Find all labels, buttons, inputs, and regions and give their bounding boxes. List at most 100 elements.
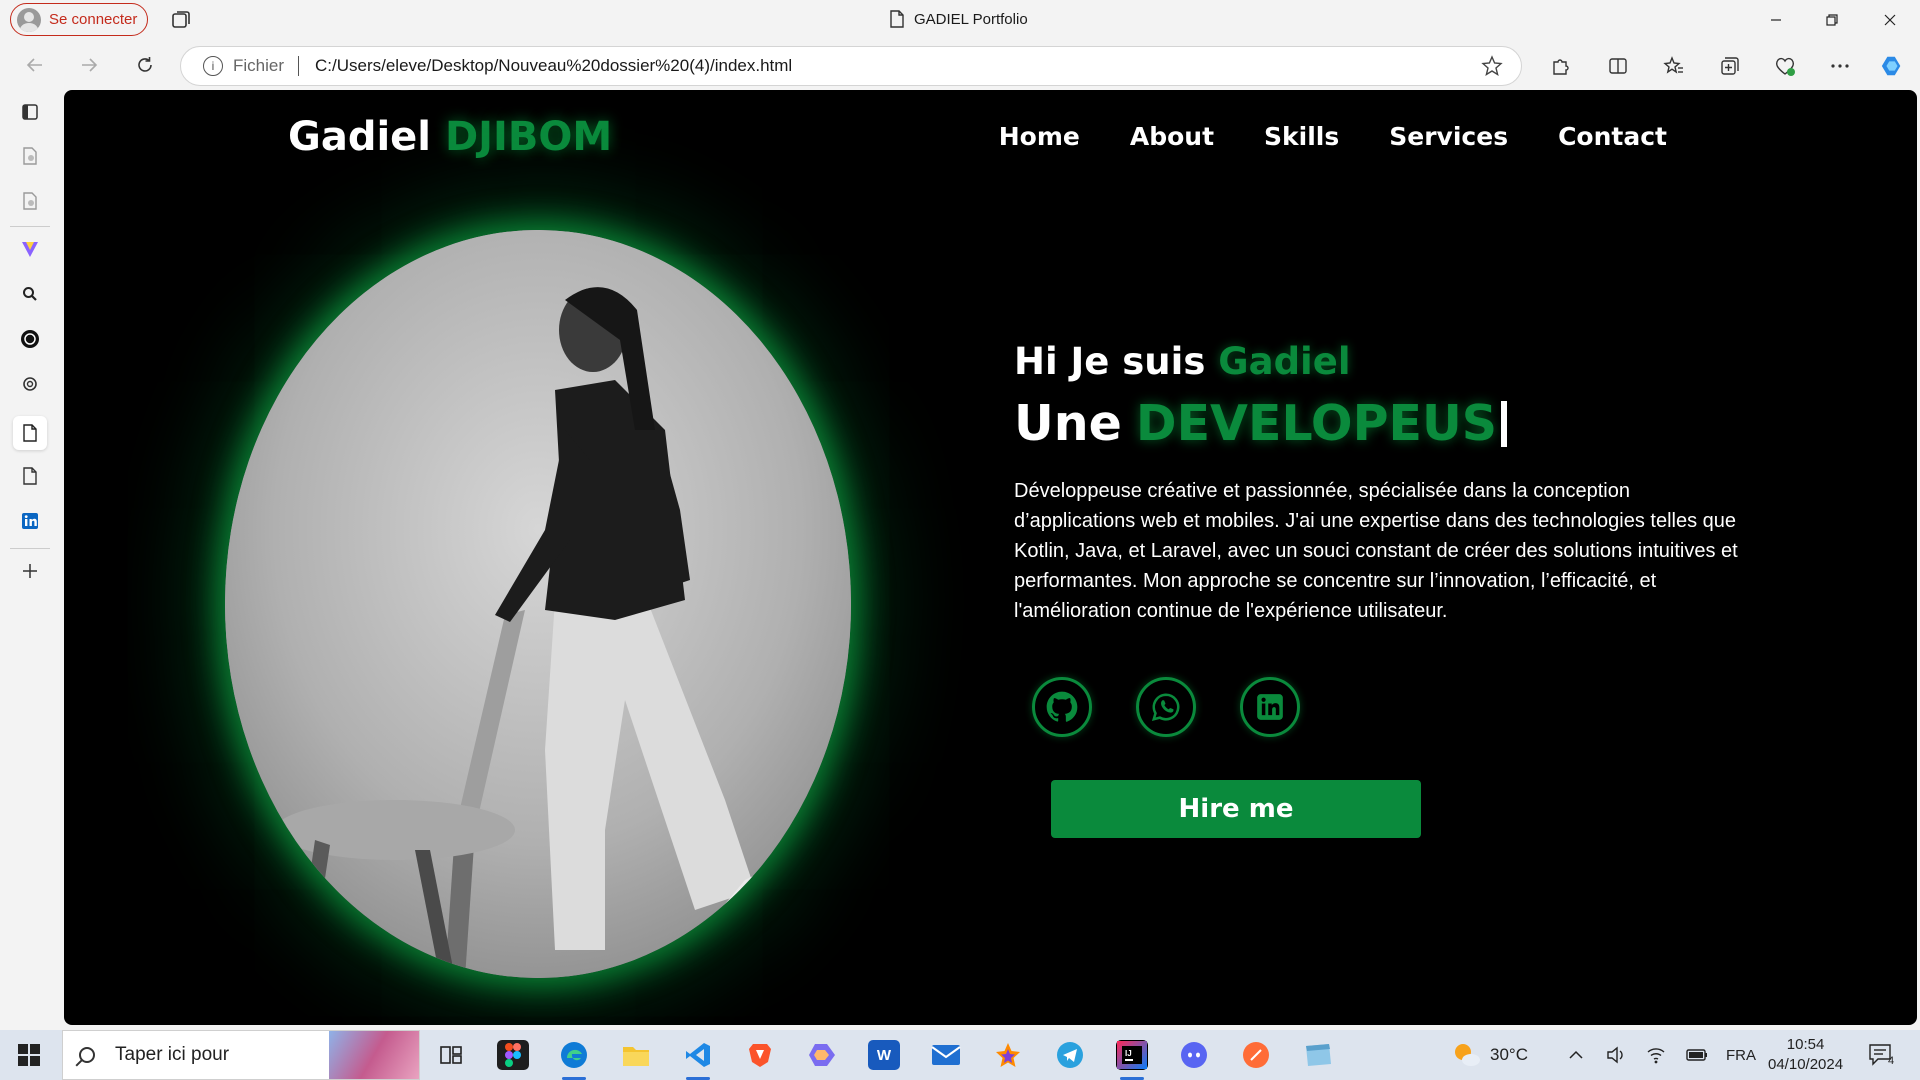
- typing-cursor: [1501, 400, 1508, 447]
- clock-time: 10:54: [1786, 1036, 1825, 1053]
- copilot-icon[interactable]: [806, 1040, 838, 1070]
- task-view-icon[interactable]: [435, 1040, 467, 1070]
- nav-services[interactable]: Services: [1389, 122, 1508, 151]
- discord-icon[interactable]: [1178, 1040, 1210, 1070]
- favorite-star-icon[interactable]: [1481, 55, 1503, 77]
- taskbar-search-placeholder: Taper ici pour: [115, 1044, 230, 1065]
- role-prefix: Une: [1014, 395, 1122, 452]
- nav-about[interactable]: About: [1130, 122, 1214, 151]
- github-link[interactable]: [1032, 677, 1092, 737]
- browser-sidebar: [0, 90, 62, 1030]
- weather-icon: [1455, 1044, 1480, 1066]
- postman-icon[interactable]: [1240, 1040, 1272, 1070]
- more-menu-icon[interactable]: [1828, 54, 1852, 78]
- linkedin-link[interactable]: [1240, 677, 1300, 737]
- word-icon[interactable]: W: [868, 1040, 900, 1070]
- favorites-icon[interactable]: [1662, 54, 1686, 78]
- language-indicator[interactable]: FRA: [1726, 1030, 1756, 1080]
- notification-count: 4: [1888, 1055, 1895, 1067]
- hero-section: Hi Je suis Gadiel Une DEVELOPEUS Dévelop…: [1014, 340, 1754, 626]
- browser-essentials-icon[interactable]: [1773, 54, 1797, 78]
- profile-photo: [225, 230, 851, 978]
- windows-start-icon[interactable]: [18, 1044, 40, 1066]
- copilot-icon[interactable]: [1880, 54, 1904, 78]
- browser-toolbar: i Fichier C:/Users/eleve/Desktop/Nouveau…: [0, 40, 1920, 90]
- add-icon[interactable]: [19, 560, 41, 582]
- page-action-icon[interactable]: [19, 145, 41, 167]
- search-icon[interactable]: [19, 283, 41, 305]
- volume-icon[interactable]: [1606, 1030, 1626, 1080]
- collections-icon[interactable]: [1718, 54, 1742, 78]
- vscode-icon[interactable]: [682, 1040, 714, 1080]
- workspaces-icon[interactable]: [170, 9, 192, 31]
- signin-label: Se connecter: [49, 11, 138, 28]
- role-title: Une DEVELOPEUS: [1014, 395, 1754, 452]
- figma-icon[interactable]: [497, 1040, 529, 1070]
- linkedin-icon: [1257, 694, 1283, 720]
- nav-contact[interactable]: Contact: [1558, 122, 1667, 151]
- system-clock[interactable]: 10:54 04/10/2024: [1768, 1035, 1843, 1075]
- brave-icon[interactable]: [744, 1040, 776, 1070]
- tab-title-text: GADIEL Portfolio: [914, 10, 1028, 28]
- profile-avatar-icon: [17, 7, 41, 32]
- app-window-icon[interactable]: [1302, 1040, 1334, 1070]
- search-highlight-image: [329, 1031, 419, 1079]
- forward-icon[interactable]: [76, 52, 102, 78]
- page-action-icon[interactable]: [19, 190, 41, 212]
- role-word: DEVELOPEUS: [1135, 395, 1498, 452]
- address-bar[interactable]: i Fichier C:/Users/eleve/Desktop/Nouveau…: [180, 46, 1522, 86]
- active-page-icon[interactable]: [13, 416, 47, 450]
- search-icon: [79, 1047, 95, 1063]
- wifi-icon[interactable]: [1646, 1030, 1666, 1080]
- windows-taskbar: Taper ici pour W IJ 30°C FRA 10:54 04/10…: [0, 1030, 1920, 1080]
- intellij-icon[interactable]: IJ: [1116, 1040, 1148, 1080]
- page-icon[interactable]: [19, 465, 41, 487]
- weather-widget[interactable]: 30°C: [1452, 1030, 1528, 1080]
- site-logo[interactable]: Gadiel DJIBOM: [288, 114, 612, 160]
- profile-photo-illustration: [225, 230, 851, 978]
- nav-skills[interactable]: Skills: [1264, 122, 1339, 151]
- vertical-tabs-icon[interactable]: [19, 101, 41, 123]
- clock-date: 04/10/2024: [1768, 1056, 1844, 1073]
- notifications-button[interactable]: 4: [1868, 1030, 1894, 1080]
- weather-temp: 30°C: [1490, 1045, 1528, 1064]
- refresh-icon[interactable]: [132, 52, 158, 78]
- greeting-text: Hi Je suis: [1014, 340, 1206, 383]
- hero-description: Développeuse créative et passionnée, spé…: [1014, 480, 1738, 622]
- mail-icon[interactable]: [930, 1040, 962, 1070]
- taskbar-search[interactable]: Taper ici pour: [62, 1030, 420, 1080]
- vite-icon[interactable]: [19, 238, 41, 260]
- social-links: [1032, 677, 1300, 737]
- hire-me-button[interactable]: Hire me: [1051, 780, 1421, 838]
- openai-icon[interactable]: [19, 373, 41, 395]
- chatgpt-icon[interactable]: [19, 328, 41, 350]
- info-icon[interactable]: i: [203, 56, 223, 76]
- address-url[interactable]: C:/Users/eleve/Desktop/Nouveau%20dossier…: [315, 56, 792, 76]
- back-icon[interactable]: [22, 52, 48, 78]
- logo-first: Gadiel: [288, 114, 432, 160]
- restore-icon[interactable]: [1820, 8, 1844, 32]
- nav-home[interactable]: Home: [999, 122, 1080, 151]
- page-icon: [890, 10, 904, 28]
- split-screen-icon[interactable]: [1606, 54, 1630, 78]
- whatsapp-link[interactable]: [1136, 677, 1196, 737]
- telegram-icon[interactable]: [1054, 1040, 1086, 1070]
- tab-title: GADIEL Portfolio: [890, 10, 1028, 28]
- browser-titlebar: Se connecter GADIEL Portfolio: [0, 0, 1920, 40]
- linkedin-icon[interactable]: [19, 510, 41, 532]
- signin-button[interactable]: Se connecter: [10, 3, 148, 36]
- extensions-icon[interactable]: [1548, 54, 1572, 78]
- edge-icon[interactable]: [558, 1040, 590, 1080]
- battery-icon[interactable]: [1686, 1030, 1708, 1080]
- svg-text:IJ: IJ: [1125, 1049, 1132, 1058]
- greeting: Hi Je suis Gadiel: [1014, 340, 1754, 383]
- star-app-icon[interactable]: [992, 1040, 1024, 1070]
- site-nav: Home About Skills Services Contact: [999, 122, 1667, 151]
- close-icon[interactable]: [1878, 8, 1902, 32]
- whatsapp-icon: [1151, 693, 1180, 722]
- minimize-icon[interactable]: [1764, 8, 1788, 32]
- greeting-name: Gadiel: [1218, 340, 1351, 383]
- github-icon: [1046, 691, 1078, 722]
- tray-chevron-icon[interactable]: [1568, 1030, 1584, 1080]
- file-explorer-icon[interactable]: [620, 1040, 652, 1070]
